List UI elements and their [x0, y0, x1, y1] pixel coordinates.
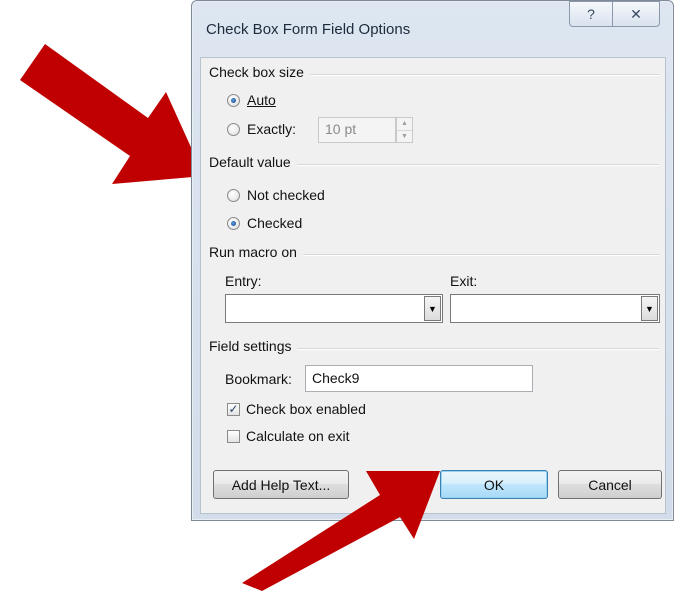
dialog-title: Check Box Form Field Options	[206, 21, 411, 38]
help-button[interactable]: ?	[569, 1, 613, 27]
exit-macro-select[interactable]: ▼	[450, 294, 660, 323]
group-label-run-macro-on: Run macro on	[209, 244, 303, 260]
radio-auto-label: Auto	[247, 92, 276, 108]
radio-exactly-label: Exactly:	[247, 121, 297, 137]
title-bar: Check Box Form Field Options ? ✕	[192, 1, 673, 57]
exactly-size-spinner[interactable]: ▲ ▼	[396, 117, 413, 143]
calculate-on-exit-label: Calculate on exit	[246, 428, 350, 444]
radio-not-checked[interactable]: Not checked	[227, 187, 325, 203]
spin-up-icon[interactable]: ▲	[397, 118, 412, 130]
radio-exactly-indicator[interactable]	[227, 122, 240, 136]
group-label-default-value: Default value	[209, 154, 297, 170]
radio-auto[interactable]: Auto	[227, 92, 276, 108]
check-box-enabled[interactable]: ✓ Check box enabled	[227, 401, 366, 417]
close-icon: ✕	[630, 5, 642, 22]
annotation-arrow-default-value	[20, 44, 204, 184]
spin-down-icon[interactable]: ▼	[397, 129, 412, 143]
dialog-client-area: Check box size Auto Exactly: 10 pt ▲ ▼ D…	[200, 57, 666, 514]
calculate-on-exit[interactable]: Calculate on exit	[227, 428, 350, 444]
radio-checked-indicator[interactable]	[227, 216, 240, 230]
radio-auto-indicator[interactable]	[227, 93, 240, 107]
calculate-on-exit-checkbox[interactable]	[227, 429, 240, 443]
radio-not-checked-label: Not checked	[247, 187, 325, 203]
help-icon: ?	[587, 6, 595, 22]
cancel-button[interactable]: Cancel	[558, 470, 662, 499]
radio-checked[interactable]: Checked	[227, 215, 302, 231]
exit-label: Exit:	[450, 273, 478, 289]
check-box-enabled-checkbox[interactable]: ✓	[227, 402, 240, 416]
entry-macro-select[interactable]: ▼	[225, 294, 443, 323]
entry-label: Entry:	[225, 273, 262, 289]
exactly-size-input[interactable]: 10 pt	[318, 117, 396, 143]
chevron-down-icon[interactable]: ▼	[424, 296, 441, 321]
radio-exactly[interactable]: Exactly:	[227, 121, 296, 137]
annotation-arrow-ok-button	[242, 471, 440, 591]
close-button[interactable]: ✕	[612, 1, 660, 27]
check-box-enabled-label: Check box enabled	[246, 401, 366, 417]
check-box-form-field-options-dialog: Check Box Form Field Options ? ✕ Check b…	[191, 0, 674, 521]
chevron-down-icon[interactable]: ▼	[641, 296, 658, 321]
bookmark-input[interactable]: Check9	[305, 365, 533, 392]
group-label-check-box-size: Check box size	[209, 64, 310, 80]
bookmark-label: Bookmark:	[225, 371, 292, 387]
radio-checked-label: Checked	[247, 215, 303, 231]
radio-not-checked-indicator[interactable]	[227, 188, 240, 202]
group-label-field-settings: Field settings	[209, 338, 298, 354]
